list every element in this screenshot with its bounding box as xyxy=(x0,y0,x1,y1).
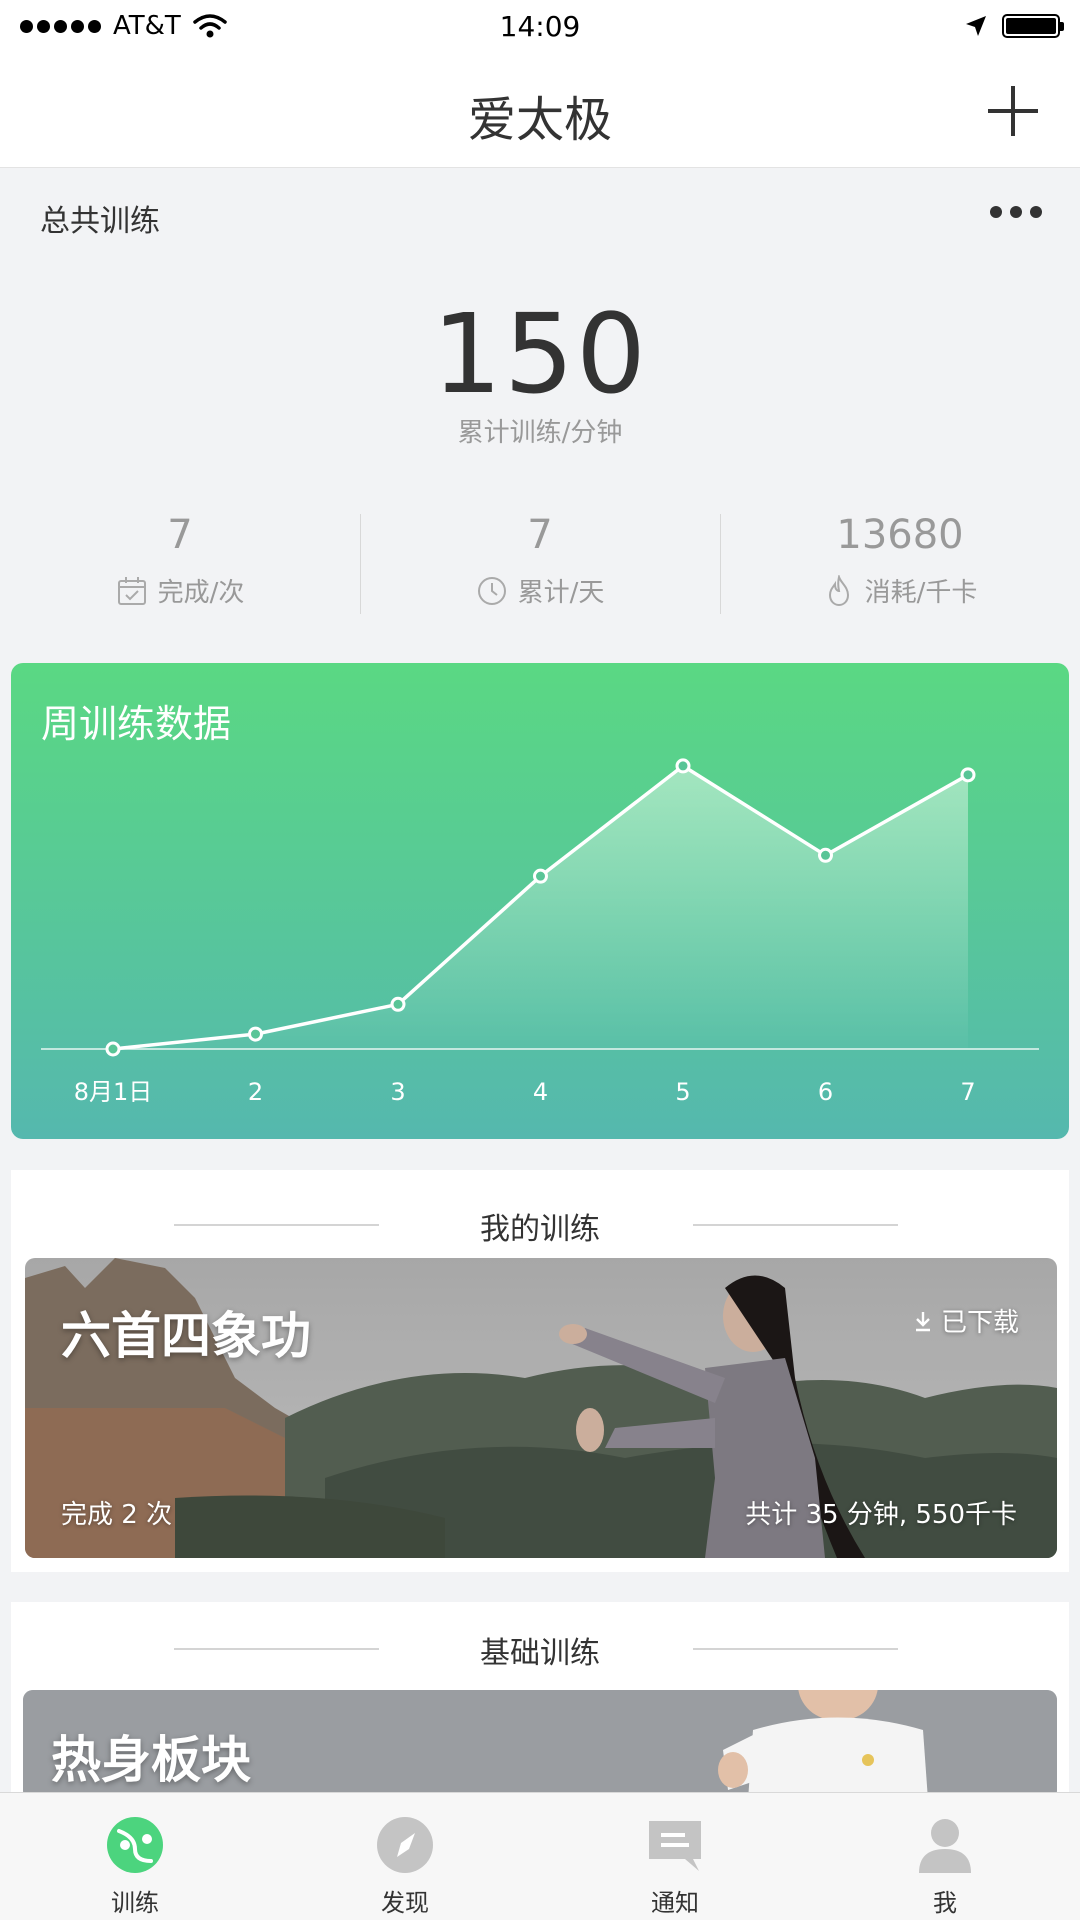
weekly-chart-card: 8月1日 2 3 4 5 6 7 周训练数据 xyxy=(11,663,1069,1139)
course-totals: 共计 35 分钟, 550千卡 xyxy=(745,1500,1017,1530)
more-options-icon[interactable] xyxy=(990,206,1042,218)
total-minutes-value: 150 xyxy=(432,290,648,418)
divider xyxy=(693,1224,898,1226)
chart-x-tick-label: 6 xyxy=(818,1078,833,1106)
download-icon xyxy=(915,1311,930,1331)
section-title: 基础训练 xyxy=(480,1636,600,1671)
chart-x-tick-label: 4 xyxy=(533,1078,548,1106)
tab-label: 发现 xyxy=(381,1889,429,1917)
chart-point[interactable] xyxy=(818,847,833,863)
compass-icon xyxy=(377,1817,433,1873)
person-icon xyxy=(919,1819,971,1873)
page-title: 爱太极 xyxy=(467,92,612,148)
chart-point[interactable] xyxy=(105,1041,121,1057)
taiji-icon xyxy=(107,1817,163,1873)
tab-training[interactable]: 训练 xyxy=(0,1793,270,1920)
chart-point[interactable] xyxy=(960,767,976,783)
tab-me[interactable]: 我 xyxy=(810,1793,1080,1920)
my-training-section: 我的训练 六首四象功 已下载 完成 2 次 共计 35 分钟, 550千卡 xyxy=(11,1170,1069,1572)
course-name: 六首四象功 xyxy=(61,1307,311,1365)
summary-label: 总共训练 xyxy=(40,204,160,239)
add-icon[interactable] xyxy=(988,86,1038,136)
chart-x-tick-label: 8月1日 xyxy=(74,1078,153,1106)
chart-area xyxy=(113,765,968,1049)
stat-calories: 13680 消耗/千卡 xyxy=(720,510,1080,614)
completed-count: 完成 2 次 xyxy=(61,1500,173,1530)
stat-completed: 7 完成/次 xyxy=(0,510,360,614)
tab-notifications[interactable]: 通知 xyxy=(540,1793,810,1920)
tab-discover[interactable]: 发现 xyxy=(270,1793,540,1920)
stat-label: 累计/天 xyxy=(517,578,605,608)
tab-bar: 训练 发现 通知 我 xyxy=(0,1792,1080,1920)
download-status-label: 已下载 xyxy=(940,1308,1019,1338)
chart-point[interactable] xyxy=(533,868,548,884)
chart-x-tick-label: 3 xyxy=(390,1078,405,1106)
chart-x-tick-label: 5 xyxy=(675,1078,690,1106)
message-icon xyxy=(649,1821,701,1871)
calendar-icon xyxy=(117,576,146,605)
stats-row: 7 完成/次 7 累计/天 13680 消耗/千卡 xyxy=(0,510,1080,614)
status-time: 14:09 xyxy=(499,9,581,43)
stat-label: 完成/次 xyxy=(157,578,245,608)
course-name: 热身板块 xyxy=(51,1731,251,1789)
stat-value: 13680 xyxy=(836,512,964,558)
chart-x-tick-label: 2 xyxy=(248,1078,263,1106)
course-card[interactable]: 热身板块 xyxy=(23,1690,1057,1792)
stat-value: 7 xyxy=(167,512,193,558)
tab-label: 我 xyxy=(933,1889,957,1917)
chart-point[interactable] xyxy=(248,1026,263,1042)
chart-point[interactable] xyxy=(390,996,406,1012)
tab-label: 通知 xyxy=(651,1889,699,1917)
stat-days: 7 累计/天 xyxy=(360,510,720,614)
tab-label: 训练 xyxy=(111,1889,159,1917)
flame-icon xyxy=(828,574,849,606)
stat-label: 消耗/千卡 xyxy=(864,578,978,608)
status-bar: AT&T 14:09 xyxy=(0,0,1080,52)
divider xyxy=(693,1648,898,1650)
clock-icon xyxy=(477,576,506,605)
stat-value: 7 xyxy=(527,512,553,558)
total-minutes-caption: 累计训练/分钟 xyxy=(457,418,623,448)
chart-point[interactable] xyxy=(675,758,691,774)
chart-x-tick-label: 7 xyxy=(960,1078,975,1106)
download-status[interactable]: 已下载 xyxy=(911,1302,1019,1339)
section-title: 我的训练 xyxy=(480,1212,600,1247)
battery-icon xyxy=(1002,14,1064,38)
chart-title: 周训练数据 xyxy=(41,702,232,746)
basic-training-section: 基础训练 热身板块 xyxy=(11,1602,1069,1792)
nav-bar: 爱太极 xyxy=(0,52,1080,168)
course-card[interactable]: 六首四象功 已下载 完成 2 次 共计 35 分钟, 550千卡 xyxy=(25,1258,1057,1558)
